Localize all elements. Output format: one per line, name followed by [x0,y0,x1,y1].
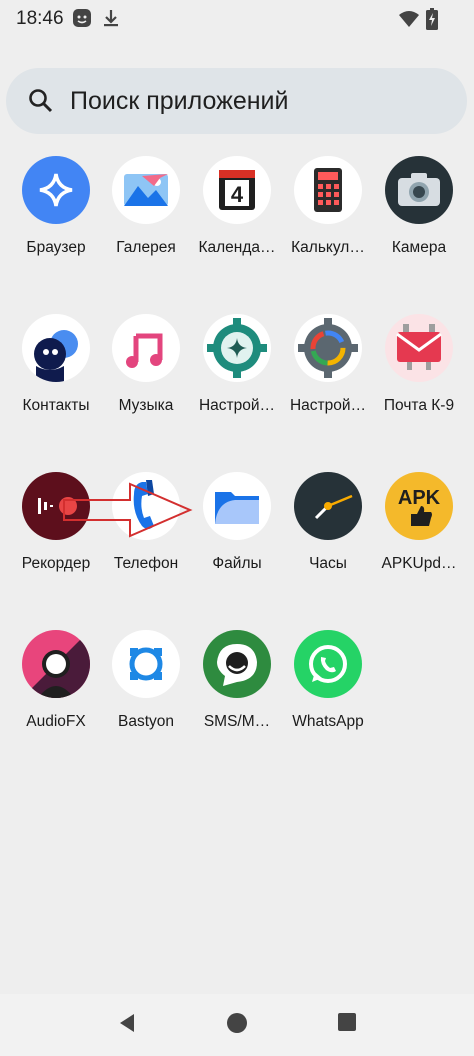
settings-icon [203,314,271,382]
app-label: Галерея [116,239,176,256]
app-calculator[interactable]: Калькул… [282,150,374,270]
app-clock[interactable]: Часы [282,466,374,586]
browser-icon [22,156,90,224]
app-label: WhatsApp [292,713,364,730]
app-sms[interactable]: SMS/M… [191,624,283,744]
apk-updater-icon: APK [385,472,453,540]
search-icon [28,88,54,119]
app-settings-2[interactable]: Настрой… [282,308,374,428]
navigation-bar [0,994,474,1056]
svg-text:APK: APK [398,487,441,509]
battery-charging-icon [426,8,438,35]
wifi-icon [398,10,420,33]
app-label: APKUpd… [381,555,457,572]
swipe-arrow-annotation [63,482,193,538]
app-camera[interactable]: Камера [373,150,465,270]
calculator-icon [294,156,362,224]
app-label: Настрой… [289,397,367,414]
app-search-bar[interactable]: Поиск приложений [6,68,467,134]
recents-icon[interactable] [337,1012,357,1037]
home-icon[interactable] [226,1012,248,1039]
download-icon [102,8,120,33]
settings-colorful-icon [294,314,362,382]
app-calendar[interactable]: 4 Календа… [191,150,283,270]
app-label: Музыка [118,397,174,414]
bastyon-icon [112,630,180,698]
app-label: Почта К-9 [383,397,455,414]
app-apk-updater[interactable]: APK APKUpd… [373,466,465,586]
app-label: Часы [309,555,347,572]
app-bastyon[interactable]: Bastyon [100,624,192,744]
sms-icon [203,630,271,698]
app-label: SMS/M… [203,713,271,730]
app-label: AudioFX [26,713,86,730]
app-browser[interactable]: Браузер [10,150,102,270]
clock-icon [294,472,362,540]
notification-face-icon [72,8,92,33]
app-settings[interactable]: Настрой… [191,308,283,428]
app-contacts[interactable]: Контакты [10,308,102,428]
app-music[interactable]: Музыка [100,308,192,428]
app-label: Рекордер [21,555,91,572]
music-icon [112,314,180,382]
app-gallery[interactable]: Галерея [100,150,192,270]
app-label: Телефон [113,555,179,572]
status-time: 18:46 [16,8,64,29]
camera-icon [385,156,453,224]
app-files[interactable]: Файлы [191,466,283,586]
app-k9-mail[interactable]: Почта К-9 [373,308,465,428]
app-audiofx[interactable]: AudioFX [10,624,102,744]
app-whatsapp[interactable]: WhatsApp [282,624,374,744]
audiofx-icon [22,630,90,698]
status-bar: 18:46 [0,0,474,38]
app-label: Контакты [22,397,90,414]
app-label: Bastyon [117,713,174,730]
app-label: Камера [391,239,447,256]
whatsapp-icon [294,630,362,698]
app-label: Календа… [198,239,276,256]
svg-text:4: 4 [231,182,244,207]
search-placeholder: Поиск приложений [70,87,289,115]
back-icon[interactable] [116,1012,138,1039]
app-label: Настрой… [198,397,276,414]
app-label: Файлы [212,555,262,572]
contacts-icon [22,314,90,382]
files-icon [203,472,271,540]
app-label: Калькул… [291,239,365,256]
app-label: Браузер [26,239,86,256]
calendar-icon: 4 [203,156,271,224]
gallery-icon [112,156,180,224]
k9-mail-icon [385,314,453,382]
